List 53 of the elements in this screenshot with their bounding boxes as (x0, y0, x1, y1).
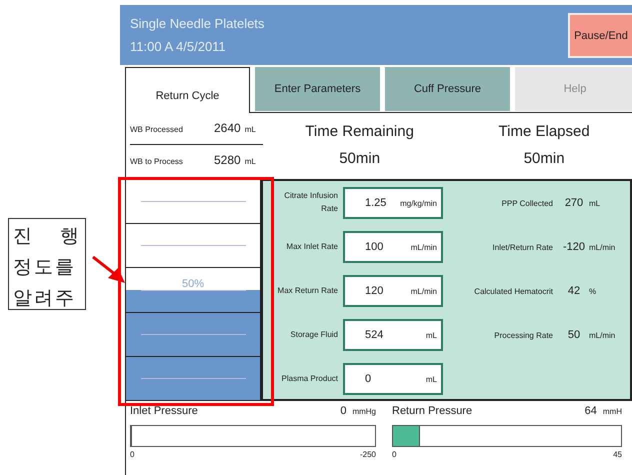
volume-value: 2640 (214, 121, 241, 135)
tab[interactable]: Cuff Pressure (385, 67, 510, 111)
parameter-label: Max Return Rate (276, 284, 339, 297)
volume-unit: mL (244, 125, 256, 134)
annotation-text: 진 행 (13, 224, 81, 249)
readout-value: 42 (566, 285, 582, 297)
readout-unit: % (589, 286, 596, 296)
scale-max: 45 (613, 450, 622, 459)
timer-value: 50min (524, 150, 565, 167)
pressure-label: Inlet Pressure (130, 405, 199, 417)
readout-value: 270 (564, 197, 584, 209)
input-field[interactable]: 0 mL (343, 363, 443, 395)
annotation-text: 알려주 (13, 286, 77, 309)
readout-label: Inlet/Return Rate (492, 242, 553, 252)
pressure-unit: mmHg (352, 407, 376, 416)
pressure-label: Return Pressure (392, 405, 474, 417)
input-field[interactable]: 1.25 mg/kg/min (343, 187, 443, 219)
tab[interactable]: Return Cycle (125, 67, 250, 113)
window-title: Single Needle Platelets (130, 16, 264, 31)
parameter-label: Storage Fluid (289, 328, 339, 341)
annotation-text: 정도를 (13, 255, 77, 280)
readout-unit: mL/min (589, 242, 616, 252)
readout-label: Calculated Hematocrit (473, 286, 553, 296)
scale-max: -250 (360, 450, 376, 459)
pressure-value: 64 (584, 405, 597, 417)
readout-value: 50 (566, 329, 582, 341)
readout-value: -120 (562, 241, 586, 253)
arrow-icon (92, 256, 126, 284)
volume-value: 5280 (214, 153, 241, 167)
progress-reading: 50% (180, 278, 206, 290)
readout-label: Processing Rate (493, 330, 553, 340)
parameter-label: Plasma Product (280, 372, 339, 385)
parameter-label: Max Inlet Rate (285, 240, 339, 253)
input-field[interactable]: 524 mL (343, 319, 443, 351)
volume-label: WB to Process (130, 157, 184, 166)
scale-min: 0 (392, 450, 396, 459)
timer-value: 50min (339, 150, 380, 167)
readout-unit: mL (589, 198, 600, 208)
pause-end-button[interactable]: Pause/End (568, 13, 632, 58)
pressure-value: 0 (340, 405, 346, 417)
date-time: 11:00 A 4/5/2011 (130, 39, 227, 54)
scale-min: 0 (130, 450, 134, 459)
timer-label: Time Remaining (305, 123, 414, 140)
volume-label: WB Processed (130, 125, 184, 134)
input-field[interactable]: 100 mL/min (343, 231, 443, 263)
pressure-unit: mmH (602, 407, 622, 416)
readout-unit: mL/min (589, 330, 616, 340)
parameter-label: Citrate Infusion Rate (283, 190, 339, 215)
readout-label: PPP Collected (500, 198, 553, 208)
tab[interactable]: Enter Parameters (255, 67, 380, 111)
timer-label: Time Elapsed (498, 123, 590, 140)
volume-unit: mL (244, 157, 256, 166)
input-field[interactable]: 120 mL/min (343, 275, 443, 307)
